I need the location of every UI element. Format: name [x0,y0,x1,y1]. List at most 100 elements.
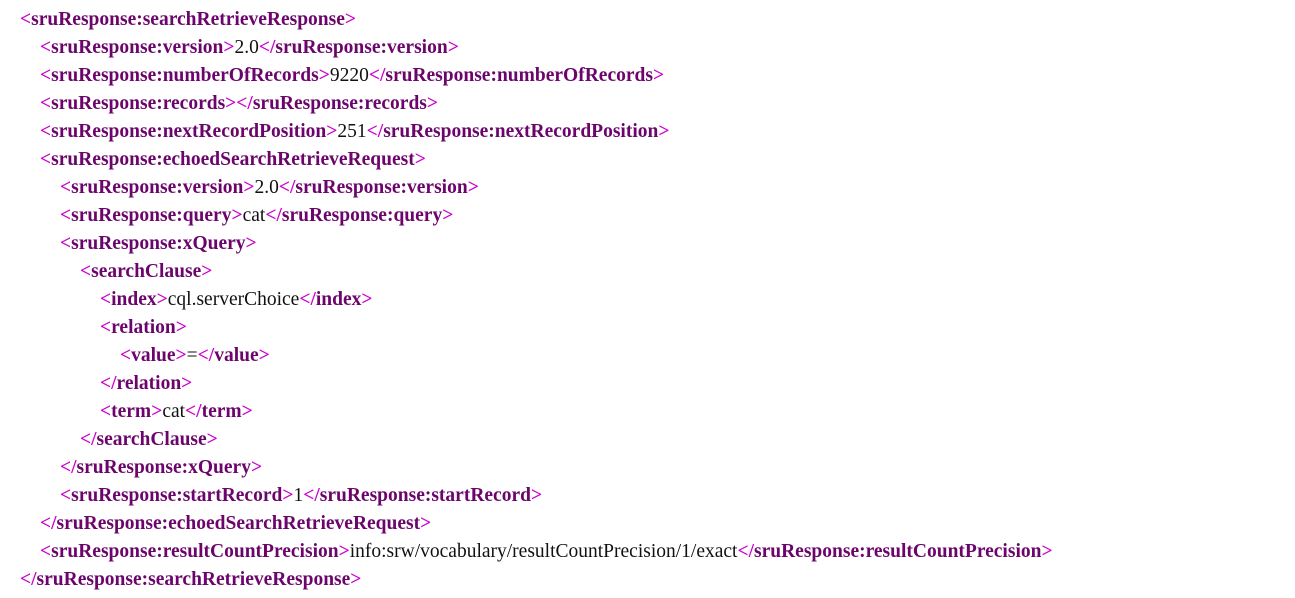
close-angle-bracket: > [326,121,338,142]
xml-tag-name: sruResponse:nextRecordPosition [383,121,659,142]
xml-node-line: </searchClause> [0,426,1295,454]
xml-tag-name: value [131,345,176,366]
xml-node-line: </sruResponse:xQuery> [0,454,1295,482]
open-angle-bracket: < [40,65,52,86]
close-angle-bracket: > [318,65,330,86]
close-angle-bracket: > [243,177,255,198]
xml-text-value: 2.0 [254,177,279,198]
open-angle-bracket: < [40,37,52,58]
close-angle-bracket: > [225,93,237,114]
open-angle-bracket: < [40,121,52,142]
xml-node-line: <sruResponse:startRecord>1</sruResponse:… [0,482,1295,510]
xml-node-line: <sruResponse:numberOfRecords>9220</sruRe… [0,62,1295,90]
xml-text-value: cql.serverChoice [167,289,300,310]
xml-tag-name: sruResponse:searchRetrieveResponse [36,569,351,590]
open-angle-bracket: < [100,317,112,338]
open-angle-bracket: < [20,9,32,30]
xml-node-line: <sruResponse:version>2.0</sruResponse:ve… [0,174,1295,202]
xml-node-line: −<relation> [0,314,1295,342]
open-angle-bracket: < [40,541,52,562]
xml-tag-name: sruResponse:query [281,205,443,226]
open-angle-bracket: </ [100,373,117,394]
open-angle-bracket: < [60,233,72,254]
close-angle-bracket: > [282,485,294,506]
xml-tag-name: index [315,289,362,310]
open-angle-bracket: </ [197,345,215,366]
open-angle-bracket: < [100,289,112,310]
xml-node-line: −<sruResponse:xQuery> [0,230,1295,258]
xml-node-line: </relation> [0,370,1295,398]
open-angle-bracket: </ [278,177,296,198]
close-angle-bracket: > [156,289,168,310]
xml-node-line: <sruResponse:query>cat</sruResponse:quer… [0,202,1295,230]
xml-text-value: 2.0 [234,37,259,58]
xml-tag-name: sruResponse:records [252,93,427,114]
xml-text-value: 9220 [329,65,369,86]
xml-tag-name: sruResponse:xQuery [71,233,246,254]
open-angle-bracket: </ [40,513,57,534]
open-angle-bracket: < [60,177,72,198]
close-angle-bracket: > [231,205,243,226]
xml-tag-name: searchClause [96,429,207,450]
xml-text-value: = [186,345,198,366]
close-angle-bracket: > [530,485,543,506]
xml-node-line: −<sruResponse:echoedSearchRetrieveReques… [0,146,1295,174]
close-angle-bracket: > [1041,541,1053,562]
xml-text-value: 251 [337,121,367,142]
open-angle-bracket: </ [303,485,320,506]
xml-tag-name: searchClause [91,261,202,282]
xml-node-line: +<sruResponse:records></sruResponse:reco… [0,90,1295,118]
xml-tag-name: term [111,401,152,422]
close-angle-bracket: > [447,37,459,58]
xml-tag-name: sruResponse:echoedSearchRetrieveRequest [56,513,421,534]
close-angle-bracket: > [361,289,373,310]
xml-node-line: <sruResponse:version>2.0</sruResponse:ve… [0,34,1295,62]
open-angle-bracket: </ [299,289,316,310]
xml-tag-name: index [111,289,157,310]
xml-node-line: −<sruResponse:searchRetrieveResponse> [0,6,1295,34]
xml-tree-view: −<sruResponse:searchRetrieveResponse><sr… [0,0,1295,594]
xml-tag-name: sruResponse:startRecord [71,485,283,506]
xml-text-value: cat [162,401,186,422]
xml-tag-name: sruResponse:query [71,205,232,226]
close-angle-bracket: > [344,9,357,30]
xml-tag-name: sruResponse:searchRetrieveResponse [31,9,345,30]
close-angle-bracket: > [201,261,213,282]
xml-tag-name: term [201,401,242,422]
xml-tag-name: sruResponse:resultCountPrecision [754,541,1042,562]
open-angle-bracket: </ [80,429,97,450]
close-angle-bracket: > [250,457,263,478]
xml-tag-name: sruResponse:xQuery [76,457,251,478]
xml-tag-name: sruResponse:nextRecordPosition [51,121,327,142]
close-angle-bracket: > [245,233,257,254]
close-angle-bracket: > [652,65,665,86]
close-angle-bracket: > [414,149,426,170]
open-angle-bracket: < [60,205,72,226]
xml-tag-name: sruResponse:numberOfRecords [51,65,319,86]
xml-tag-name: relation [116,373,182,394]
xml-node-line: −<searchClause> [0,258,1295,286]
xml-node-line: </sruResponse:searchRetrieveResponse> [0,566,1295,594]
close-angle-bracket: > [420,513,432,534]
xml-tag-name: value [214,345,259,366]
open-angle-bracket: < [120,345,132,366]
close-angle-bracket: > [223,37,235,58]
xml-tag-name: sruResponse:startRecord [319,485,531,506]
close-angle-bracket: > [442,205,454,226]
open-angle-bracket: </ [236,93,253,114]
open-angle-bracket: </ [366,121,384,142]
xml-tag-name: sruResponse:resultCountPrecision [51,541,339,562]
close-angle-bracket: > [426,93,438,114]
open-angle-bracket: </ [185,401,202,422]
xml-tag-name: relation [111,317,176,338]
xml-tag-name: sruResponse:echoedSearchRetrieveRequest [51,149,415,170]
close-angle-bracket: > [467,177,479,198]
open-angle-bracket: < [80,261,92,282]
xml-text-value: info:srw/vocabulary/resultCountPrecision… [349,541,738,562]
xml-node-line: <sruResponse:nextRecordPosition>251</sru… [0,118,1295,146]
xml-node-line: </sruResponse:echoedSearchRetrieveReques… [0,510,1295,538]
xml-tag-name: sruResponse:version [275,37,448,58]
close-angle-bracket: > [175,317,187,338]
xml-tag-name: sruResponse:version [71,177,244,198]
close-angle-bracket: > [181,373,193,394]
